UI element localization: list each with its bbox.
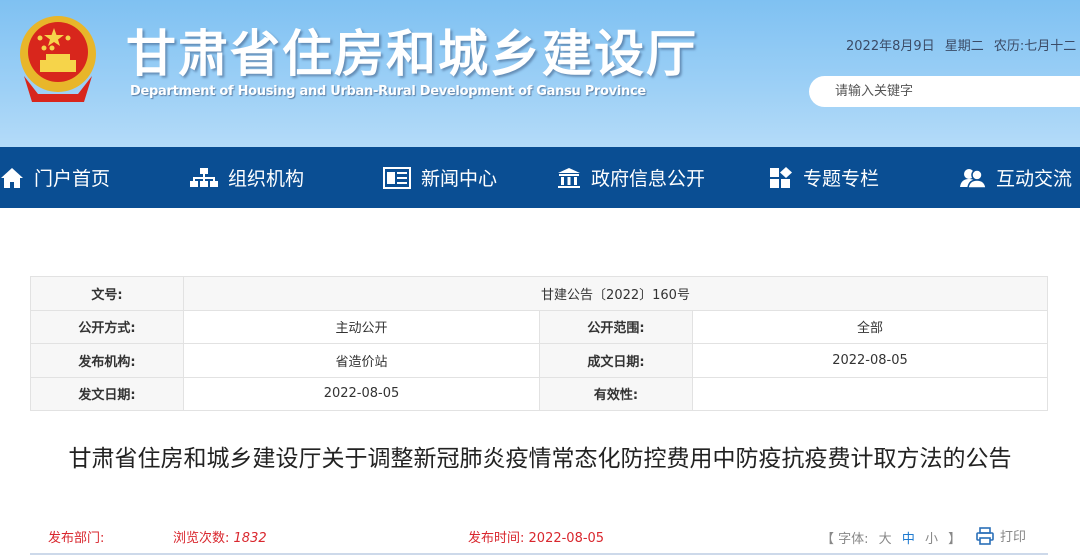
font-size-control: 【 字体: 大 中 小 】 [818,528,964,547]
nav-item-organization[interactable]: 组织机构 [190,147,304,208]
users-icon [960,168,986,189]
font-label: 【 字体: [821,532,869,547]
time-label: 发布时间: [468,531,525,546]
nav-item-topics[interactable]: 专题专栏 [769,147,879,208]
created-date-label: 成文日期: [539,343,693,378]
print-button[interactable]: 打印 [976,526,1026,545]
nav-label: 政府信息公开 [591,168,706,190]
site-header: 甘肃省住房和城乡建设厅 Department of Housing and Ur… [0,0,1080,147]
org-chart-icon [190,167,218,187]
views-info: 浏览次数: 1832 [173,527,267,546]
dept-label: 发布部门: [48,531,105,546]
doc-no-value: 甘建公告〔2022〕160号 [183,276,1048,311]
publish-time: 发布时间: 2022-08-05 [468,527,604,546]
validity-label: 有效性: [539,376,693,411]
issued-date-label: 发文日期: [30,376,184,411]
table-row: 发文日期: 2022-08-05 有效性: [30,376,1048,411]
document-info-table: 文号: 甘建公告〔2022〕160号 公开方式: 主动公开 公开范围: 全部 发… [30,276,1048,411]
nav-item-home[interactable]: 门户首页 [0,147,110,208]
open-scope-value: 全部 [692,309,1048,344]
nav-item-interaction[interactable]: 互动交流 [960,147,1072,208]
current-date: 2022年8月9日 星期二 农历:七月十二 [846,39,1077,54]
nav-label: 门户首页 [34,168,111,190]
font-small-button[interactable]: 小 [925,532,938,547]
font-close: 】 [948,532,962,547]
views-count: 1832 [233,531,267,546]
open-scope-label: 公开范围: [539,309,693,344]
meta-divider [30,553,1048,555]
nav-label: 互动交流 [996,168,1073,190]
validity-value [692,376,1048,411]
time-value: 2022-08-05 [528,531,605,546]
search-input[interactable] [809,76,1080,107]
created-date-value: 2022-08-05 [692,343,1048,378]
national-emblem-icon [20,16,96,102]
government-building-icon [558,167,580,188]
grid-icon [770,166,792,188]
article-title: 甘肃省住房和城乡建设厅关于调整新冠肺炎疫情常态化防控费用中防疫抗疫费计取方法的公… [68,446,1012,472]
home-icon [1,167,23,188]
nav-item-news[interactable]: 新闻中心 [383,147,497,208]
font-large-button[interactable]: 大 [879,532,892,547]
site-subtitle: Department of Housing and Urban-Rural De… [130,84,646,99]
table-row: 发布机构: 省造价站 成文日期: 2022-08-05 [30,343,1048,378]
site-title: 甘肃省住房和城乡建设厅 [126,25,698,83]
publisher-label: 发布机构: [30,343,184,378]
publisher-value: 省造价站 [183,343,540,378]
nav-label: 新闻中心 [421,168,498,190]
main-nav: 门户首页 组织机构 新闻中心 政府信息公开 专题专栏 互动交流 [0,147,1080,208]
nav-label: 专题专栏 [803,168,880,190]
newspaper-icon [383,166,411,189]
table-row: 文号: 甘建公告〔2022〕160号 [30,276,1048,311]
doc-no-label: 文号: [30,276,184,311]
views-label: 浏览次数: [173,531,230,546]
open-mode-value: 主动公开 [183,309,540,344]
nav-item-gov-info[interactable]: 政府信息公开 [557,147,705,208]
nav-label: 组织机构 [228,168,305,190]
printer-icon [976,526,994,545]
open-mode-label: 公开方式: [30,309,184,344]
print-label: 打印 [1000,530,1027,545]
issued-date-value: 2022-08-05 [183,376,540,411]
font-medium-button[interactable]: 中 [902,532,915,547]
table-row: 公开方式: 主动公开 公开范围: 全部 [30,309,1048,344]
